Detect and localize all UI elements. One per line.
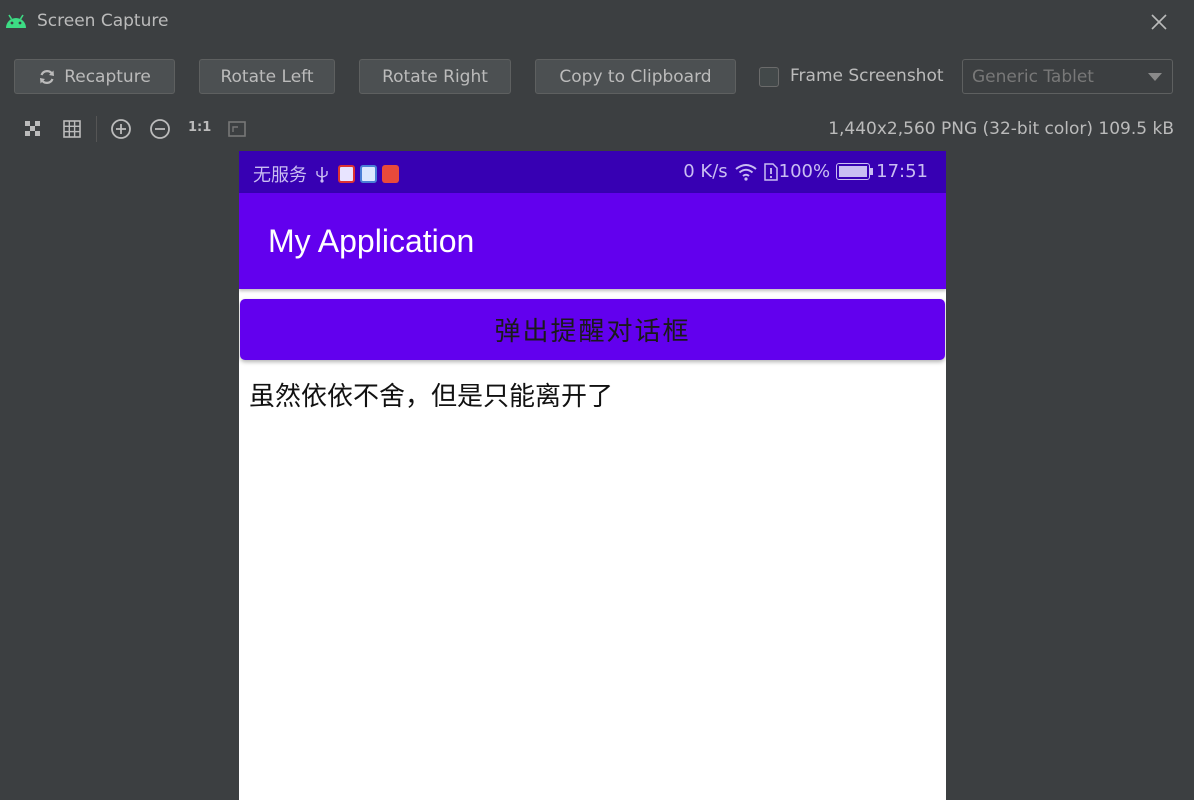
android-icon	[6, 14, 26, 28]
title-bar: Screen Capture	[0, 0, 1194, 44]
view-toolbar: 1:1 1,440x2,560 PNG (32-bit color) 109.5…	[0, 112, 1194, 144]
recapture-button[interactable]: Recapture	[14, 59, 175, 94]
device-screenshot: 无服务 0 K/s 100% 17:51 My Application 弹出提醒…	[239, 151, 946, 800]
rotate-left-button[interactable]: Rotate Left	[199, 59, 335, 94]
dropdown-arrow-icon	[1148, 73, 1162, 81]
carrier-status: 无服务	[253, 165, 307, 186]
usb-icon	[316, 167, 328, 183]
network-speed: 0 K/s	[683, 161, 728, 182]
status-bar: 无服务 0 K/s 100% 17:51	[239, 151, 946, 193]
show-dialog-button[interactable]: 弹出提醒对话框	[240, 299, 945, 360]
wifi-icon	[735, 163, 757, 181]
fit-screen-icon[interactable]	[226, 118, 248, 140]
frame-screenshot-checkbox[interactable]	[759, 67, 779, 87]
zoom-out-icon[interactable]	[149, 118, 171, 140]
checkerboard-icon[interactable]	[22, 118, 44, 140]
image-info: 1,440x2,560 PNG (32-bit color) 109.5 kB	[828, 119, 1174, 139]
message-text: 虽然依依不舍，但是只能离开了	[249, 382, 614, 412]
app-bar: My Application	[239, 193, 946, 289]
zoom-in-icon[interactable]	[110, 118, 132, 140]
book-app-icon	[382, 165, 399, 183]
sim-alert-icon	[763, 162, 778, 181]
status-time: 17:51	[876, 161, 928, 182]
travel-app-icon	[360, 165, 377, 183]
close-icon[interactable]	[1146, 9, 1172, 35]
copy-to-clipboard-button[interactable]: Copy to Clipboard	[535, 59, 736, 94]
frame-screenshot-label: Frame Screenshot	[790, 66, 944, 86]
device-select-value: Generic Tablet	[972, 66, 1094, 87]
map-pin-icon	[338, 165, 355, 183]
rotate-right-button[interactable]: Rotate Right	[359, 59, 511, 94]
battery-icon	[836, 163, 874, 180]
app-title: My Application	[268, 223, 475, 259]
actual-size-button[interactable]: 1:1	[188, 120, 211, 135]
battery-percent: 100%	[778, 161, 831, 182]
refresh-icon	[40, 69, 55, 84]
device-select[interactable]: Generic Tablet	[962, 59, 1173, 94]
grid-icon[interactable]	[61, 118, 83, 140]
recapture-label: Recapture	[64, 66, 151, 87]
toolbar-separator	[96, 116, 97, 142]
window-title: Screen Capture	[37, 11, 169, 31]
